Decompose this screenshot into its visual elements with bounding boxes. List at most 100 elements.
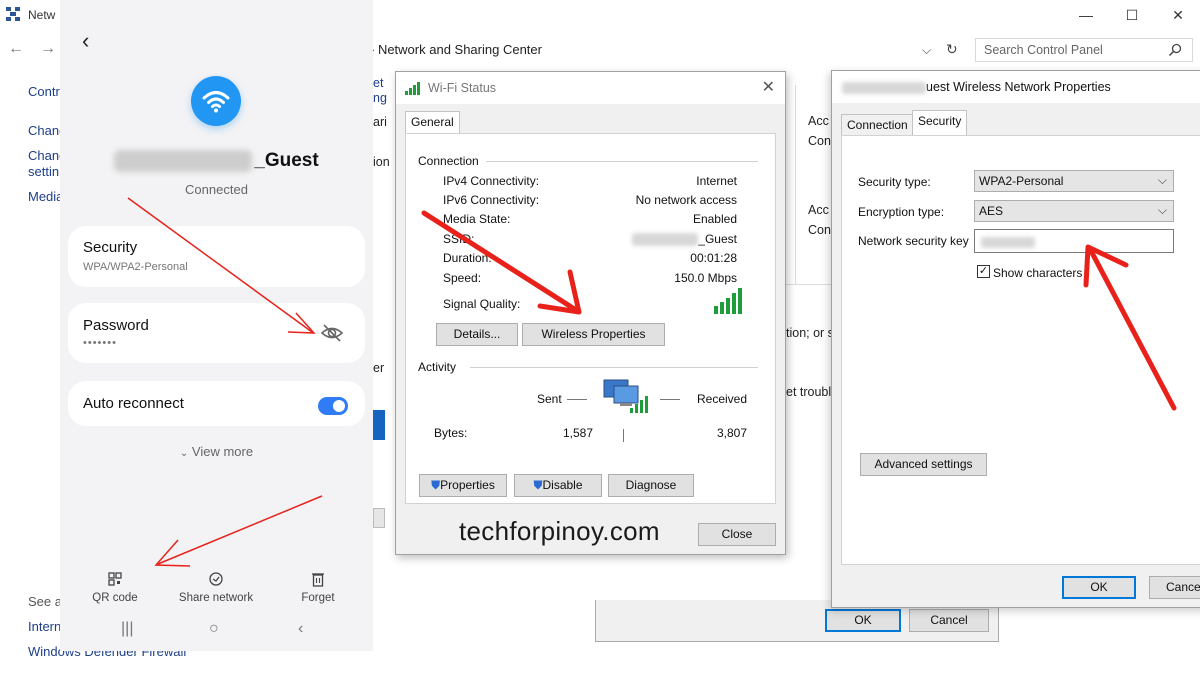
qr-code-button[interactable]: QR code <box>70 570 160 604</box>
password-value: ••••••• <box>83 337 117 349</box>
refresh-icon[interactable]: ↻ <box>946 41 958 58</box>
tab-security[interactable]: Security <box>912 110 968 136</box>
speed-label: Speed: <box>443 271 482 285</box>
properties-button[interactable]: ⛊Properties <box>419 474 507 497</box>
sidebar-link-media[interactable]: Media <box>28 189 63 204</box>
security-type-select[interactable]: WPA2-Personal ⌵ <box>974 170 1174 192</box>
ssid-label: SSID: <box>443 232 475 246</box>
properties-label: Properties <box>440 478 495 492</box>
security-card[interactable]: Security WPA/WPA2-Personal <box>68 226 365 287</box>
duration-value: 00:01:28 <box>690 251 737 265</box>
encryption-type-select[interactable]: AES ⌵ <box>974 200 1174 222</box>
security-title: Security <box>83 239 138 256</box>
bytes-received-value: 3,807 <box>717 426 748 440</box>
share-network-label: Share network <box>178 592 254 604</box>
chevron-down-icon: ⌵ <box>1157 173 1167 187</box>
redacted-ssid <box>632 233 699 247</box>
background-cancel-button[interactable]: Cancel <box>909 609 989 632</box>
ipv6-value: No network access <box>635 193 737 207</box>
close-window-button[interactable]: ✕ <box>1156 4 1200 26</box>
auto-reconnect-toggle[interactable] <box>318 397 348 415</box>
chevron-down-icon[interactable]: ⌵ <box>922 43 931 58</box>
dialog-titlebar: uest Wireless Network Properties <box>832 71 1200 103</box>
button-fragment <box>373 508 385 528</box>
share-network-button[interactable]: Share network <box>171 570 261 604</box>
wifi-status-dialog: Wi-Fi Status ✕ General Connection IPv4 C… <box>395 71 786 555</box>
sidebar-link-control[interactable]: Contr <box>28 84 60 99</box>
forget-button[interactable]: Forget <box>273 570 363 604</box>
dialog-title: uest Wireless Network Properties <box>842 80 1111 94</box>
close-button[interactable]: Close <box>698 523 776 546</box>
fragment-text: tion; or s <box>786 326 834 340</box>
network-key-label: Network security key <box>858 234 969 248</box>
search-placeholder: Search Control Panel <box>984 43 1103 57</box>
share-network-icon <box>209 572 223 586</box>
forward-arrow-icon[interactable]: → <box>40 40 56 58</box>
fragment-text: ari <box>373 115 387 129</box>
general-panel: Connection IPv4 Connectivity: Internet I… <box>405 133 776 504</box>
dialog-title-text: uest Wireless Network Properties <box>926 80 1111 94</box>
password-title: Password <box>83 317 149 334</box>
diagnose-button[interactable]: Diagnose <box>608 474 694 497</box>
network-key-input[interactable] <box>974 229 1174 253</box>
ssid-suffix: _Guest <box>254 150 319 172</box>
divider <box>660 399 680 400</box>
fragment-text: ng <box>373 91 387 105</box>
ok-button[interactable]: OK <box>1062 576 1136 599</box>
back-arrow-icon[interactable]: ← <box>8 40 24 58</box>
details-button[interactable]: Details... <box>436 323 518 346</box>
sidebar-link-settings[interactable]: settin <box>28 164 59 179</box>
auto-reconnect-label: Auto reconnect <box>83 395 184 412</box>
security-value: WPA/WPA2-Personal <box>83 261 188 273</box>
fragment-text: et <box>373 76 384 90</box>
tab-connection[interactable]: Connection <box>841 114 914 136</box>
security-type-value: WPA2-Personal <box>979 174 1064 188</box>
eye-slash-icon[interactable] <box>320 321 344 345</box>
ipv6-label: IPv6 Connectivity: <box>443 193 540 207</box>
footer-link-internet[interactable]: Intern <box>28 619 61 634</box>
forget-label: Forget <box>301 592 335 604</box>
show-characters-checkbox[interactable]: ✓ <box>977 265 990 278</box>
tab-general[interactable]: General <box>405 111 460 133</box>
dialog-title: Wi-Fi Status <box>428 81 497 95</box>
disable-button[interactable]: ⛊Disable <box>514 474 602 497</box>
view-more-link[interactable]: ⌄ View more <box>60 444 373 459</box>
back-chevron-icon[interactable]: ‹ <box>82 28 89 54</box>
network-name: _Guest <box>60 150 373 172</box>
wireless-properties-button[interactable]: Wireless Properties <box>522 323 665 346</box>
divider <box>795 85 796 285</box>
phone-wifi-details: ‹ _Guest Connected Security WPA/WPA2-Per… <box>60 0 373 651</box>
security-panel: Security type: WPA2-Personal ⌵ Encryptio… <box>841 135 1200 565</box>
cancel-button[interactable]: Cance <box>1149 576 1200 599</box>
uac-shield-icon: ⛊ <box>431 478 441 492</box>
bytes-label: Bytes: <box>434 426 468 440</box>
received-label: Received <box>697 392 748 406</box>
divider <box>470 367 758 368</box>
divider <box>486 161 758 162</box>
trash-icon <box>312 573 324 587</box>
minimize-button[interactable]: — <box>1064 4 1108 26</box>
redacted-ssid <box>842 81 926 94</box>
background-ok-button[interactable]: OK <box>825 609 901 632</box>
password-card[interactable]: Password ••••••• <box>68 303 365 363</box>
advanced-settings-button[interactable]: Advanced settings <box>860 453 987 476</box>
recent-apps-icon[interactable]: ||| <box>121 620 133 638</box>
home-icon[interactable]: ○ <box>209 620 219 638</box>
breadcrumb[interactable]: › Network and Sharing Center <box>370 42 542 57</box>
search-icon <box>1168 43 1182 57</box>
bytes-sent-value: 1,587 <box>563 426 594 440</box>
close-icon[interactable]: ✕ <box>762 77 775 97</box>
speed-value: 150.0 Mbps <box>674 271 737 285</box>
divider <box>567 399 587 400</box>
disable-label: Disable <box>542 478 583 492</box>
signal-bars-icon <box>714 288 742 314</box>
nav-back-icon[interactable]: ‹ <box>298 620 303 638</box>
signal-icon <box>405 82 420 95</box>
wifi-icon <box>191 76 241 126</box>
encryption-type-label: Encryption type: <box>858 205 945 219</box>
search-input[interactable]: Search Control Panel <box>975 38 1193 62</box>
divider <box>623 429 624 442</box>
qr-code-label: QR code <box>92 592 138 604</box>
maximize-button[interactable]: ☐ <box>1110 4 1154 26</box>
auto-reconnect-card: Auto reconnect <box>68 381 365 426</box>
